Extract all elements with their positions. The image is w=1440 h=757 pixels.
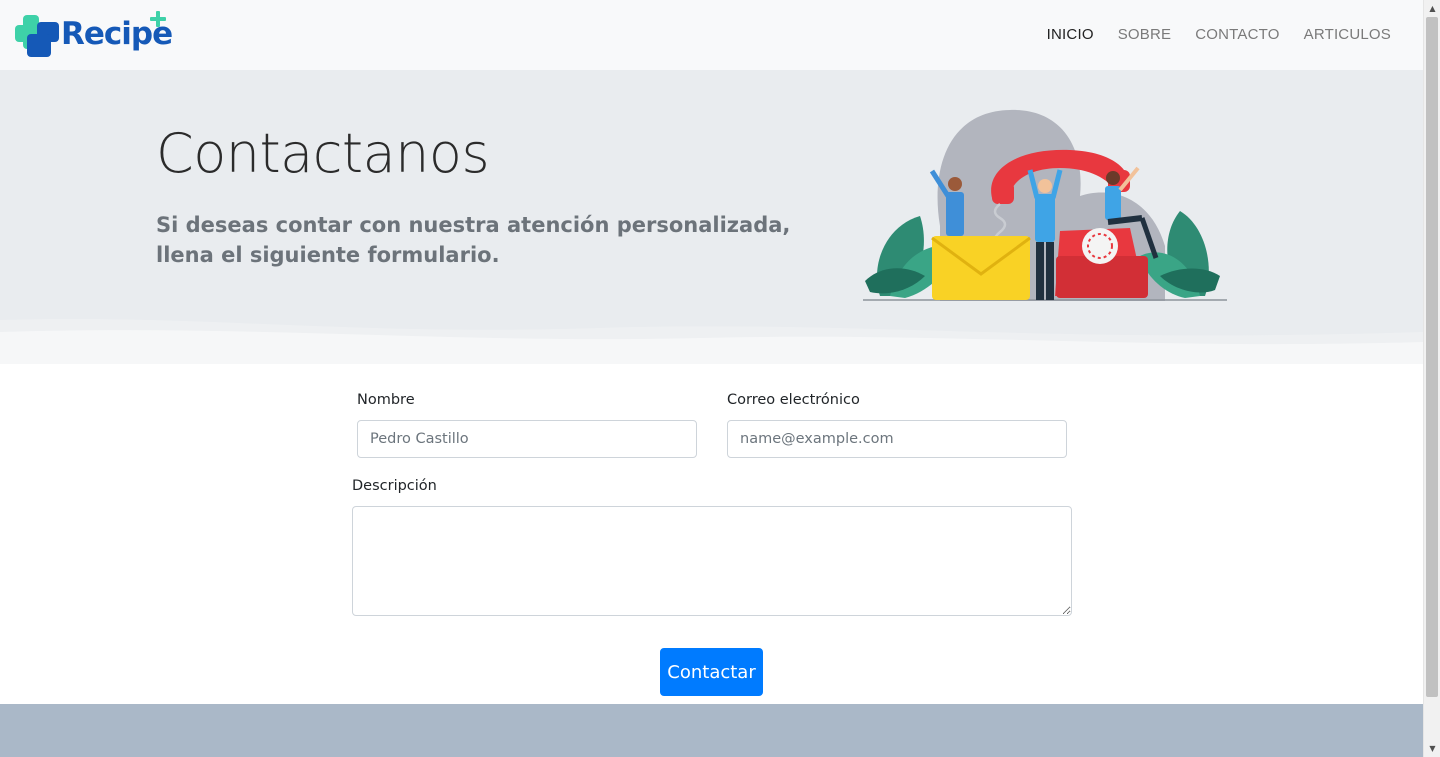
main-nav: INICIO SOBRE CONTACTO ARTICULOS xyxy=(1035,24,1403,45)
nav-item-inicio[interactable]: INICIO xyxy=(1035,24,1106,45)
navbar: Recipe INICIO SOBRE CONTACTO ARTICULOS xyxy=(0,0,1423,70)
scrollbar-thumb[interactable] xyxy=(1426,17,1438,697)
contact-form: Nombre Correo electrónico Descripción Co… xyxy=(0,364,1423,704)
scroll-down-arrow-icon[interactable]: ▼ xyxy=(1424,740,1440,757)
page-title: Contactanos xyxy=(156,122,490,185)
description-label: Descripción xyxy=(352,478,437,494)
medical-cross-logo-icon xyxy=(15,15,59,57)
nav-item-sobre[interactable]: SOBRE xyxy=(1106,24,1184,45)
footer xyxy=(0,704,1423,757)
wave-decoration xyxy=(0,318,1423,364)
scroll-up-arrow-icon[interactable]: ▲ xyxy=(1424,0,1440,17)
plus-icon xyxy=(150,11,166,27)
vertical-scrollbar[interactable]: ▲ ▼ xyxy=(1423,0,1440,757)
page-subtitle: Si deseas contar con nuestra atención pe… xyxy=(156,213,791,267)
description-textarea[interactable] xyxy=(352,506,1072,616)
nav-item-contacto[interactable]: CONTACTO xyxy=(1183,24,1291,45)
contactar-button[interactable]: Contactar xyxy=(660,648,763,696)
contact-phone-envelope-illustration xyxy=(863,109,1227,301)
email-label: Correo electrónico xyxy=(727,392,860,408)
nav-item-articulos[interactable]: ARTICULOS xyxy=(1292,24,1403,45)
name-label: Nombre xyxy=(357,392,415,408)
page: Recipe INICIO SOBRE CONTACTO ARTICULOS C… xyxy=(0,0,1423,757)
brand-logo-link[interactable]: Recipe xyxy=(15,11,173,58)
name-input[interactable] xyxy=(357,420,697,458)
hero-jumbotron: Contactanos Si deseas contar con nuestra… xyxy=(0,70,1423,364)
email-input[interactable] xyxy=(727,420,1067,458)
